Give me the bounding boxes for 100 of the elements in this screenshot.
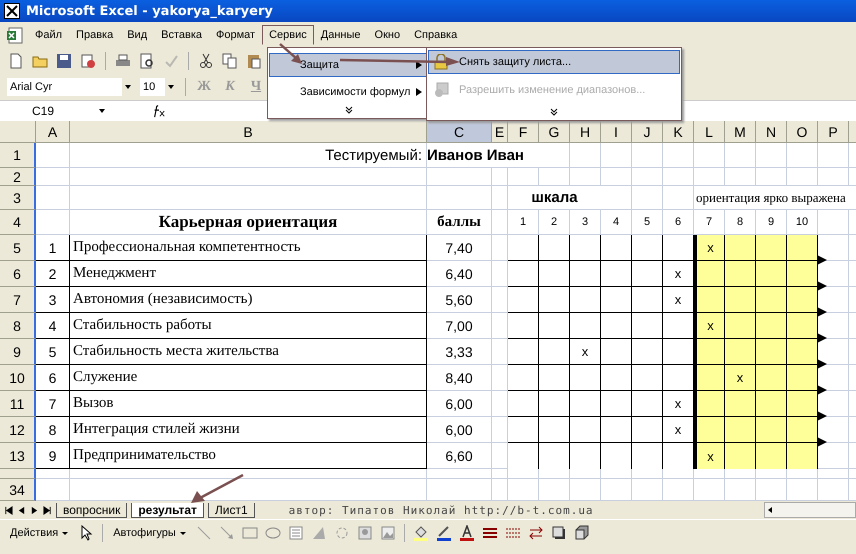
column-header[interactable]: P — [818, 121, 849, 143]
row-header[interactable]: 7 — [0, 287, 36, 313]
column-header[interactable]: O — [787, 121, 818, 143]
column-header[interactable]: C — [427, 121, 492, 143]
expand-chevron-icon[interactable] — [345, 106, 353, 114]
column-header[interactable]: K — [663, 121, 694, 143]
row-header[interactable]: 8 — [0, 313, 36, 339]
row-header[interactable]: 6 — [0, 261, 36, 287]
row-header[interactable]: 12 — [0, 417, 36, 443]
column-header[interactable]: I — [601, 121, 632, 143]
menu-item[interactable]: Формат — [209, 25, 262, 45]
table-cell: Стабильность места жительства — [70, 339, 427, 365]
clipboard-icon[interactable] — [246, 53, 262, 69]
menu-entry[interactable]: Снять защиту листа... — [428, 50, 680, 74]
new-document-icon[interactable] — [8, 53, 24, 69]
column-header[interactable]: E — [492, 121, 508, 143]
line-color-icon[interactable] — [436, 525, 452, 541]
row-header[interactable]: 2 — [0, 168, 36, 186]
column-header[interactable]: J — [632, 121, 663, 143]
column-header[interactable]: F — [508, 121, 539, 143]
sheet-tab[interactable]: Лист1 — [208, 502, 255, 518]
menu-item[interactable]: Вставка — [154, 25, 210, 45]
menu-item[interactable]: Файл — [28, 25, 70, 45]
row-header[interactable]: 13 — [0, 443, 36, 469]
empty-cell — [632, 143, 663, 168]
table-cell: 7,40 — [427, 235, 492, 261]
column-header[interactable]: H — [570, 121, 601, 143]
font-size-dropdown[interactable]: 10 — [139, 77, 178, 97]
actions-menu-button[interactable]: Действия — [6, 525, 74, 541]
row-header[interactable]: 1 — [0, 143, 36, 168]
empty-cell — [492, 168, 508, 186]
table-cell: Стабильность работы — [70, 313, 427, 339]
rectangle-icon[interactable] — [242, 525, 258, 541]
sheet-tab[interactable]: результат — [131, 502, 204, 518]
name-box[interactable]: C19 — [0, 102, 108, 120]
scissors-icon[interactable] — [198, 53, 214, 69]
menu-item[interactable]: Правка — [69, 25, 120, 45]
font-color-icon[interactable] — [458, 525, 475, 541]
table-cell: Менеджмент — [70, 261, 427, 287]
menu-entry[interactable]: Защита — [269, 53, 429, 77]
print-preview-icon[interactable] — [139, 53, 155, 69]
copy-icon[interactable] — [222, 53, 238, 69]
column-header[interactable]: L — [694, 121, 725, 143]
arrow-style-icon[interactable] — [528, 525, 544, 541]
horizontal-scrollbar[interactable] — [764, 502, 856, 518]
table-cell: 9 — [36, 443, 70, 469]
next-sheet-icon[interactable] — [30, 506, 39, 514]
function-icon[interactable] — [152, 104, 166, 118]
expand-chevron-icon[interactable] — [550, 108, 558, 116]
row-header[interactable]: 5 — [0, 235, 36, 261]
last-sheet-icon[interactable] — [43, 506, 52, 514]
oval-icon[interactable] — [264, 525, 281, 541]
menu-item[interactable]: Данные — [314, 25, 368, 45]
empty-cell — [632, 168, 663, 186]
sheet-tab[interactable]: вопросник — [56, 502, 128, 518]
row-header[interactable]: 9 — [0, 339, 36, 365]
printer-icon[interactable] — [115, 53, 131, 69]
row-header[interactable] — [0, 469, 36, 479]
empty-cell — [539, 168, 570, 186]
row-header[interactable]: 4 — [0, 210, 36, 235]
column-header[interactable]: M — [725, 121, 756, 143]
subject-name: Иванов Иван — [427, 143, 539, 168]
arrow-icon — [817, 385, 827, 395]
column-header[interactable]: B — [70, 121, 427, 143]
menu-item[interactable]: Вид — [120, 25, 154, 45]
picture-icon[interactable] — [380, 525, 396, 541]
text-box-icon[interactable] — [288, 525, 304, 541]
autoshapes-menu-button[interactable]: Автофигуры — [109, 525, 191, 541]
menu-item[interactable]: Сервис — [262, 25, 314, 45]
menu-item[interactable]: Справка — [407, 25, 464, 45]
line-style-icon[interactable] — [482, 525, 498, 541]
row-header[interactable]: 11 — [0, 391, 36, 417]
column-header[interactable]: G — [539, 121, 570, 143]
row-header[interactable]: 10 — [0, 365, 36, 391]
column-header[interactable]: A — [36, 121, 70, 143]
table-cell: 6,00 — [427, 417, 492, 443]
scale-number: 2 — [539, 210, 570, 235]
clipart-icon[interactable] — [356, 525, 373, 541]
table-cell: 3,33 — [427, 339, 492, 365]
scale-cell: x — [570, 339, 601, 365]
previous-sheet-icon[interactable] — [17, 506, 26, 514]
shadow-icon[interactable] — [550, 525, 567, 541]
fill-color-icon[interactable] — [412, 525, 429, 541]
table-cell: Профессиональная компетентность — [70, 235, 427, 261]
workbook-icon[interactable] — [6, 26, 24, 44]
row-header[interactable]: 34 — [0, 479, 36, 501]
permission-icon[interactable] — [80, 53, 96, 69]
3d-icon[interactable] — [574, 525, 590, 541]
empty-cell — [663, 168, 694, 186]
row-header[interactable]: 3 — [0, 186, 36, 210]
table-cell: 2 — [36, 261, 70, 287]
table-cell: 7 — [36, 391, 70, 417]
font-dropdown[interactable]: Arial Cyr — [6, 77, 135, 97]
first-sheet-icon[interactable] — [4, 506, 13, 514]
column-header[interactable]: N — [756, 121, 787, 143]
empty-cell — [601, 168, 632, 186]
menu-item[interactable]: Окно — [368, 25, 408, 45]
empty-cell — [492, 210, 508, 235]
empty-cell — [663, 143, 694, 168]
menu-entry[interactable]: Зависимости формул — [269, 80, 429, 104]
